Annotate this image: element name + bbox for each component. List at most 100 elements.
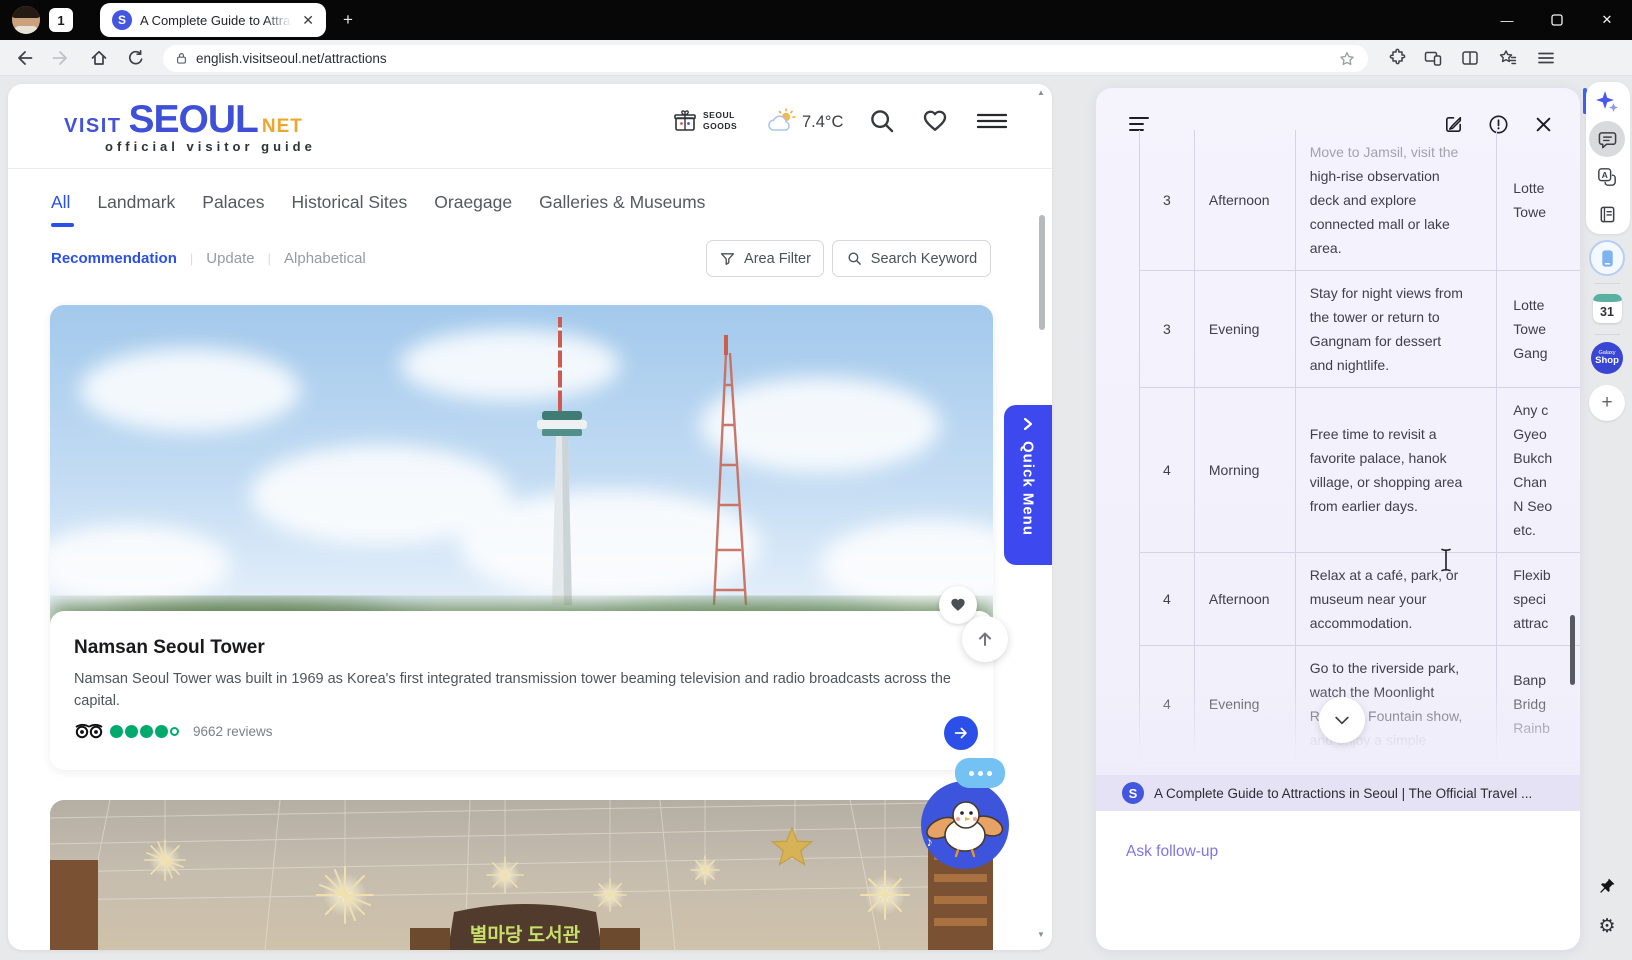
logo-visit: VISIT: [64, 115, 122, 137]
attraction-card-namsan[interactable]: Namsan Seoul Tower Namsan Seoul Tower wa…: [50, 305, 993, 770]
rating-circle: [170, 726, 179, 736]
chat-typing-bubble[interactable]: [955, 758, 1005, 788]
tab-landmark[interactable]: Landmark: [97, 192, 175, 213]
url-bar[interactable]: english.visitseoul.net/attractions: [163, 45, 1368, 72]
close-button[interactable]: ✕: [1582, 0, 1632, 40]
pin-sidebar-icon[interactable]: [1589, 868, 1625, 904]
logo-seoul: SEOUL: [128, 98, 259, 141]
search-keyword-icon: [848, 252, 861, 265]
page-scrollbar-thumb[interactable]: [1039, 215, 1045, 330]
followup-area: Ask follow-up: [1096, 811, 1580, 950]
copilot-sparkle-icon[interactable]: [1589, 84, 1625, 120]
forward-button[interactable]: [50, 47, 72, 69]
source-citation-bar[interactable]: S A Complete Guide to Attractions in Seo…: [1096, 775, 1580, 811]
quick-menu-tab[interactable]: Quick Menu: [1004, 405, 1052, 565]
tab-oraegage[interactable]: Oraegage: [434, 192, 512, 213]
attraction-card-starfield[interactable]: 별마당 도서관: [50, 800, 993, 950]
new-tab-button[interactable]: +: [336, 8, 360, 32]
rail-divider: [1594, 283, 1620, 284]
galaxy-shop-icon[interactable]: Galaxy Shop: [1589, 340, 1625, 376]
favorite-heart-button[interactable]: [939, 586, 977, 624]
window-titlebar: 1 S A Complete Guide to Attra ✕ + — ✕: [0, 0, 1632, 40]
page-scroll-down-arrow[interactable]: ▼: [1037, 930, 1045, 939]
refresh-button[interactable]: [125, 47, 147, 69]
sort-options: Recommendation | Update | Alphabetical: [51, 250, 366, 267]
active-tab-underline: [51, 223, 74, 227]
tab-galleries-museums[interactable]: Galleries & Museums: [539, 192, 705, 213]
source-title: A Complete Guide to Attractions in Seoul…: [1154, 785, 1533, 801]
split-screen-icon[interactable]: [1459, 47, 1481, 69]
tab-close-icon[interactable]: ✕: [300, 11, 316, 29]
page-scroll-up-arrow[interactable]: ▲: [1037, 88, 1045, 97]
location-cell: Lotte Towe Gang: [1496, 271, 1580, 387]
day-cell: 4: [1163, 591, 1171, 607]
description-cell: Relax at a café, park, or museum near yo…: [1294, 553, 1497, 645]
chat-panel-icon[interactable]: [1589, 121, 1625, 157]
site-menu-icon[interactable]: [976, 106, 1008, 136]
site-search-icon[interactable]: [867, 106, 897, 136]
attraction-title: Namsan Seoul Tower: [74, 637, 265, 658]
phone-link-icon[interactable]: [1422, 47, 1444, 69]
time-cell: Afternoon: [1193, 130, 1295, 270]
description-cell: Stay for night views from the tower or r…: [1294, 271, 1497, 387]
logo-tagline: official visitor guide: [105, 139, 316, 154]
tripadvisor-owl-icon: [75, 723, 103, 739]
starfield-library-photo: 별마당 도서관: [50, 800, 993, 950]
filter-funnel-icon: [720, 253, 735, 265]
extensions-puzzle-icon[interactable]: [1385, 47, 1407, 69]
category-nav: All Landmark Palaces Historical Sites Or…: [51, 192, 705, 213]
browser-tab[interactable]: S A Complete Guide to Attra ✕: [100, 3, 326, 37]
seoul-goods-link[interactable]: SEOUL GOODS: [672, 108, 737, 134]
location-cell: Any c Gyeo Bukch Chan N Seo etc.: [1496, 388, 1580, 552]
sort-alphabetical[interactable]: Alphabetical: [284, 250, 366, 267]
scroll-down-button[interactable]: [1319, 697, 1365, 743]
mascot-chat-widget[interactable]: ♪: [918, 758, 1012, 872]
rating-circles: [110, 724, 181, 738]
url-text: english.visitseoul.net/attractions: [196, 51, 387, 66]
journal-icon[interactable]: [1589, 196, 1625, 232]
svg-text:A: A: [1602, 170, 1608, 180]
day-cell: 4: [1163, 462, 1171, 478]
add-sidebar-app-button[interactable]: +: [1589, 385, 1625, 421]
bookmark-star-icon[interactable]: [1338, 50, 1356, 68]
itinerary-row: 3 Evening Stay for night views from the …: [1140, 271, 1580, 388]
sort-separator: |: [267, 251, 272, 266]
browser-menu-icon[interactable]: [1535, 47, 1557, 69]
website-viewport: VISIT SEOUL NET official visitor guide S…: [8, 84, 1052, 950]
up-arrow-icon: [979, 632, 991, 646]
site-favicon: S: [112, 10, 132, 30]
back-button[interactable]: [13, 47, 35, 69]
sidebar-settings-gear-icon[interactable]: ⚙: [1589, 908, 1625, 944]
sort-recommendation[interactable]: Recommendation: [51, 250, 177, 267]
tab-all[interactable]: All: [51, 192, 70, 213]
tab-historical-sites[interactable]: Historical Sites: [292, 192, 408, 213]
tripadvisor-rating: 9662 reviews: [74, 723, 273, 739]
visitseoul-logo[interactable]: VISIT SEOUL NET: [64, 98, 303, 142]
minimize-button[interactable]: —: [1482, 0, 1532, 40]
sort-update[interactable]: Update: [206, 250, 254, 267]
ask-followup-input[interactable]: Ask follow-up: [1126, 843, 1218, 861]
area-filter-button[interactable]: Area Filter: [706, 240, 824, 277]
phone-link-sidebar-icon[interactable]: [1589, 240, 1625, 276]
translate-icon[interactable]: A: [1589, 159, 1625, 195]
workspace-badge[interactable]: 1: [49, 8, 73, 32]
home-button[interactable]: [88, 47, 110, 69]
profile-avatar[interactable]: [12, 6, 40, 34]
calendar-icon[interactable]: 31: [1589, 290, 1625, 326]
itinerary-row: 4 Afternoon Relax at a café, park, or mu…: [1140, 553, 1580, 646]
scroll-to-top-button[interactable]: [962, 616, 1008, 662]
chevron-right-icon: [1023, 417, 1033, 431]
site-favorites-heart-icon[interactable]: [920, 106, 950, 136]
sort-separator: |: [189, 251, 194, 266]
search-keyword-button[interactable]: Search Keyword: [832, 240, 991, 277]
heart-icon: [951, 598, 965, 611]
header-divider: [8, 168, 1052, 169]
rail-divider: [1594, 334, 1620, 335]
panel-scrollbar-thumb[interactable]: [1570, 615, 1575, 685]
description-cell: Free time to revisit a favorite palace, …: [1294, 388, 1497, 552]
maximize-button[interactable]: [1532, 0, 1582, 40]
favorites-star-icon[interactable]: [1497, 47, 1519, 69]
tab-palaces[interactable]: Palaces: [202, 192, 264, 213]
card-arrow-button[interactable]: [944, 716, 978, 750]
shop-label: Shop: [1595, 355, 1619, 366]
